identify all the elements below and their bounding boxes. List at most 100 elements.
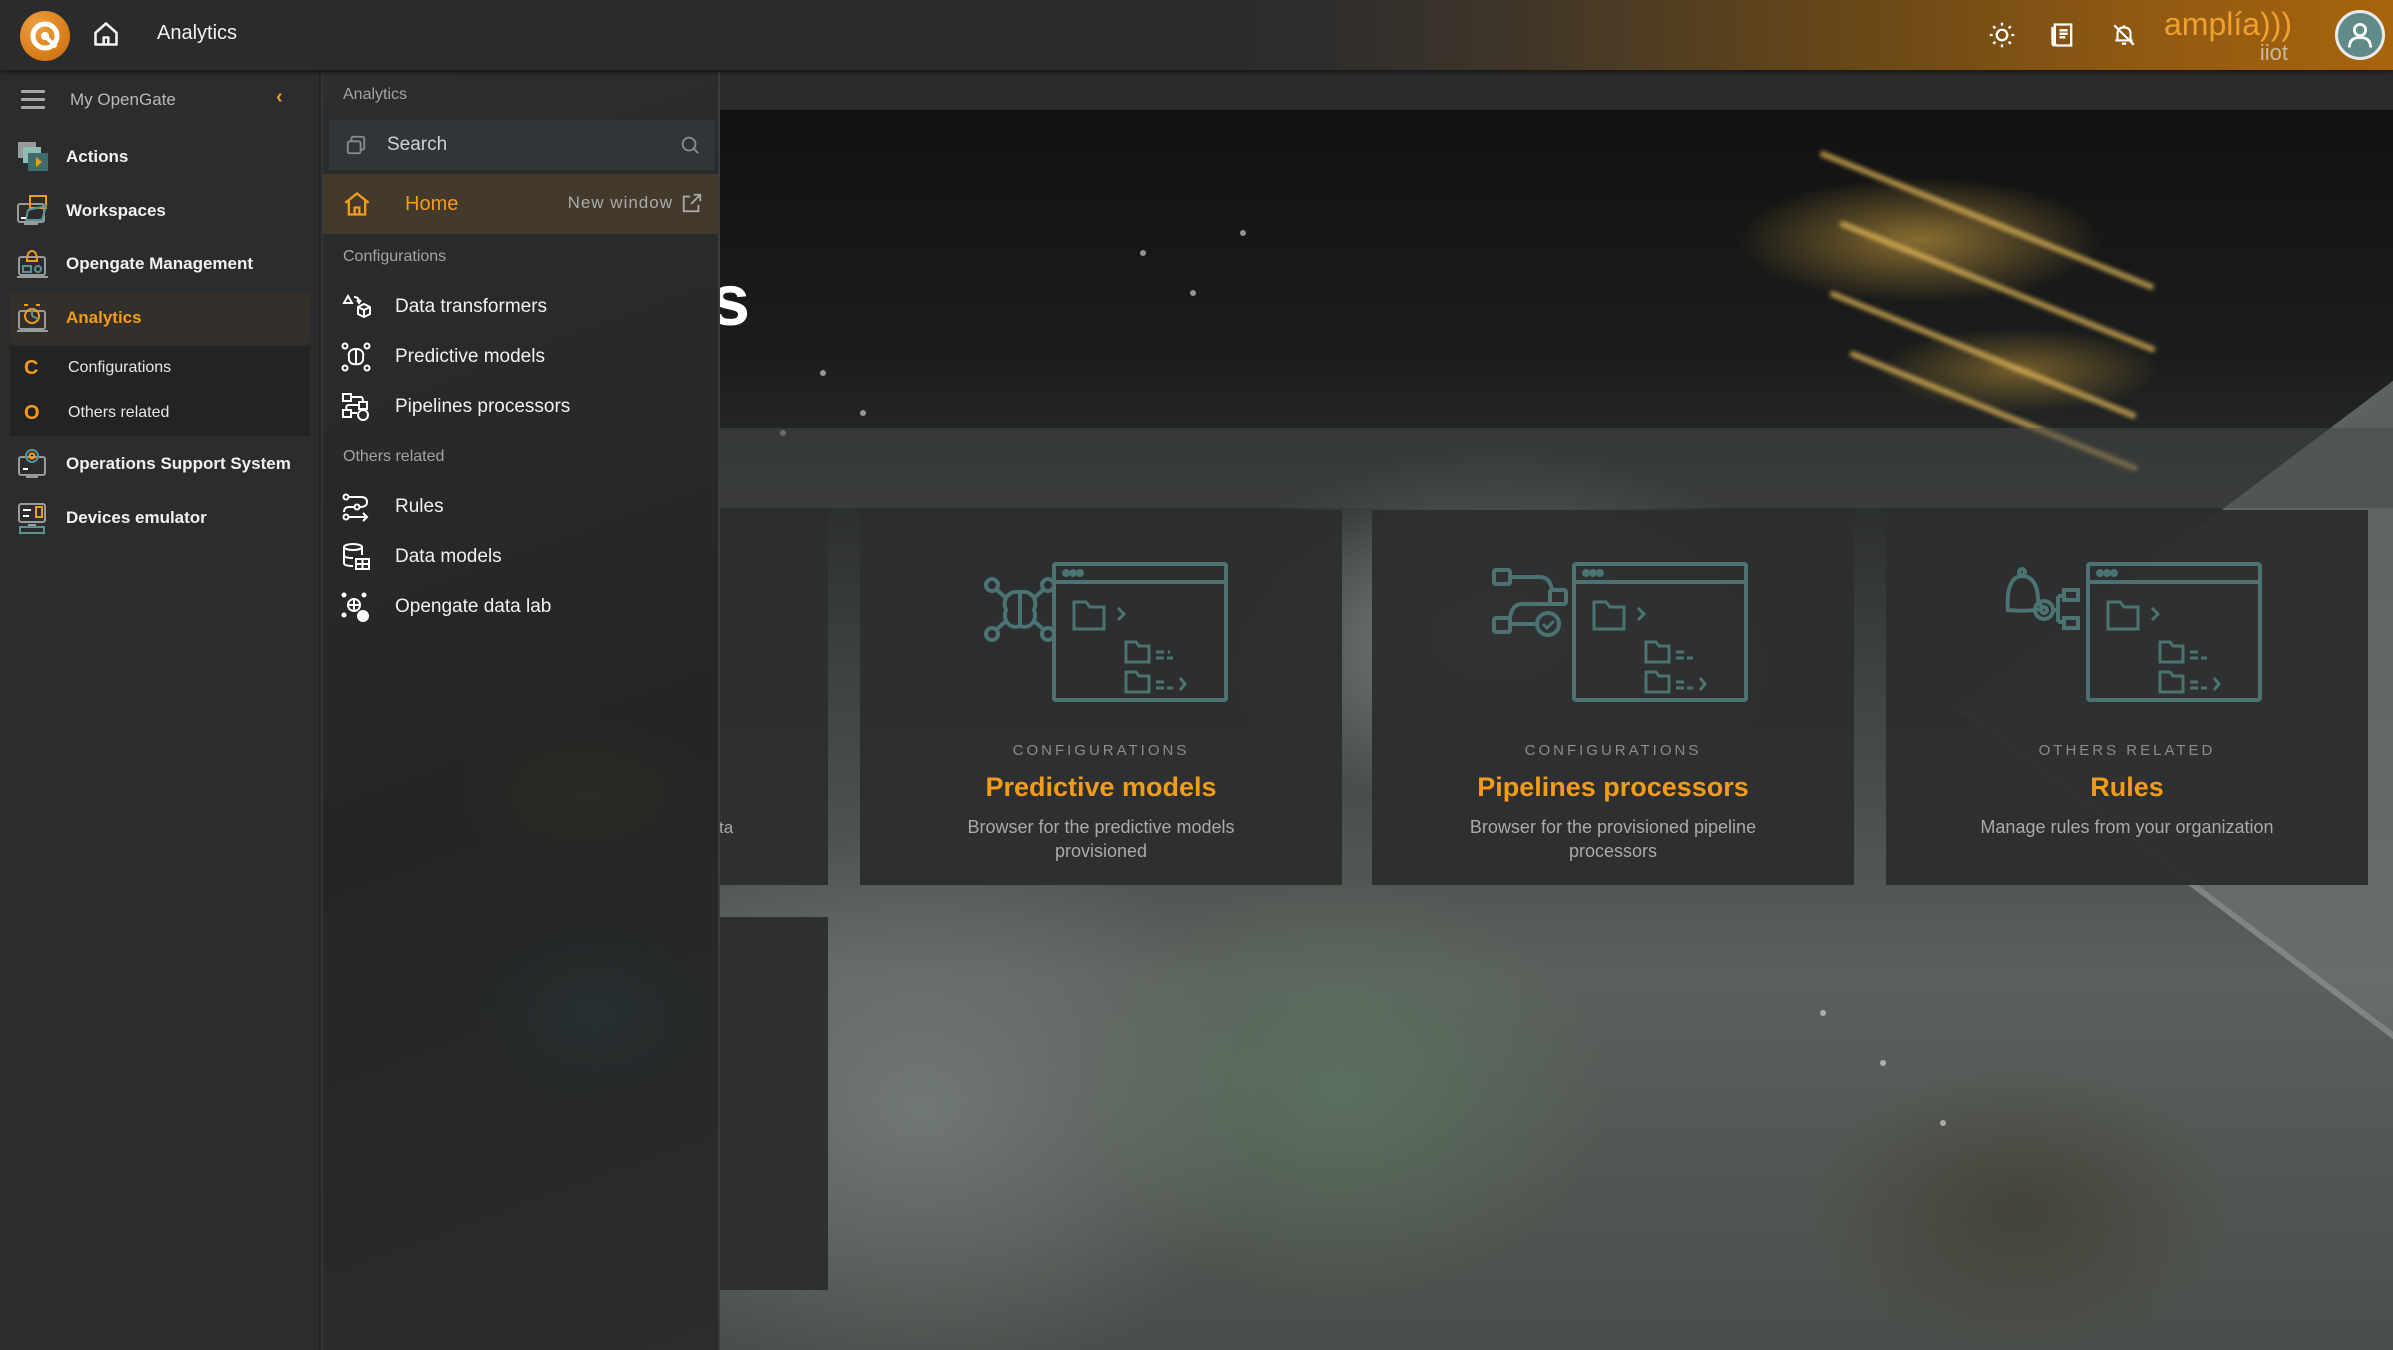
sidebar-subitem-label: Others related [68,404,170,421]
opengate-management-icon [17,249,48,278]
circuit-dot [820,370,826,376]
card-category: OTHERS RELATED [2038,742,2216,759]
flyout-search-bar [329,120,715,170]
sidebar-item-workspaces[interactable]: Workspaces [10,186,310,236]
sidebar-item-label: Actions [66,147,129,166]
collapse-sidebar-chevron-left-icon[interactable]: ‹ [276,86,292,110]
sidebar-item-analytics[interactable]: Analytics [10,293,310,343]
sidebar-subitem-label: Configurations [68,359,172,376]
circuit-dot [860,410,866,416]
card-partial[interactable] [720,510,828,885]
flyout-item-label: Data models [395,546,502,567]
circuit-dot [1820,1010,1826,1016]
top-header: Analytics amplía))) iiot [0,0,2393,70]
flyout-section-title: Analytics [343,86,408,103]
flyout-item-data-models[interactable]: Data models [323,534,719,580]
search-icon[interactable] [679,134,701,156]
sidebar-item-devices-emulator[interactable]: Devices emulator [10,493,310,543]
external-link-icon [682,193,702,213]
notifications-off-icon[interactable] [2108,19,2140,51]
light-trace [1818,150,2155,291]
card-predictive-models[interactable]: CONFIGURATIONS Predictive models Browser… [860,510,1342,885]
card-pipelines-processors[interactable]: CONFIGURATIONS Pipelines processors Brow… [1372,510,1854,885]
amplia-iiot-logo: amplía))) iiot [2164,4,2292,66]
light-trace [1838,220,2157,354]
devices-emulator-icon [18,503,46,534]
flyout-item-label: Rules [395,496,444,517]
user-avatar-icon[interactable] [2335,10,2385,60]
opengate-data-lab-icon [341,592,369,622]
predictive-models-illustration [984,562,1228,702]
home-icon [344,192,370,216]
rules-illustration [2005,562,2262,702]
rules-icon [342,493,369,522]
flyout-item-home[interactable]: Home New window [323,174,719,234]
sidebar-item-opengate-management[interactable]: Opengate Management [10,239,310,289]
flyout-group-title: Others related [343,448,445,465]
analytics-submenu: C Configurations O Others related [10,346,310,436]
opengate-logo-glyph [30,21,60,51]
sidebar-subitem-others-related[interactable]: O Others related [10,391,310,435]
circuit-dot [1940,1120,1946,1126]
light-trace [1828,290,2138,420]
flyout-item-data-transformers[interactable]: Data transformers [323,284,719,330]
sidebar-item-label: Operations Support System [66,454,291,473]
sidebar-item-operations-support-system[interactable]: Operations Support System [10,439,310,489]
card-category: CONFIGURATIONS [1524,742,1702,759]
new-window-link[interactable]: New window [568,192,703,214]
card-category: CONFIGURATIONS [1012,742,1190,759]
configurations-letter-icon: C [24,356,39,379]
header-title: Analytics [157,22,238,44]
data-transformers-icon [342,293,371,319]
analytics-flyout-menu: Analytics Home New window Configurations… [322,72,720,1350]
sidebar-item-label: Opengate Management [66,254,254,273]
lower-panel [720,917,828,1290]
circuit-dot [1190,290,1196,296]
card-description: Browser for the provisioned pipeline pro… [1469,817,1757,861]
sidebar-title: My OpenGate [70,90,176,109]
flyout-item-predictive-models[interactable]: Predictive models [323,334,719,380]
circuit-dot [1240,230,1246,236]
flyout-item-label: Predictive models [395,346,545,367]
sidebar-item-actions[interactable]: Actions [10,132,310,182]
hero-band [720,428,2393,508]
sidebar-item-label: Analytics [66,308,142,327]
predictive-models-icon [341,342,371,372]
brand-name: amplía))) [2163,6,2292,42]
flyout-item-rules[interactable]: Rules [323,484,719,530]
card-description: Manage rules from your organization [1980,817,2274,837]
flyout-group-title: Configurations [343,248,447,265]
sidebar-header: My OpenGate ‹ [0,82,320,118]
new-window-label: New window [567,193,673,212]
card-description: Browser for the predictive models provis… [967,817,1235,861]
card-title[interactable]: Predictive models [860,772,1342,803]
documentation-icon[interactable] [2047,19,2079,51]
circuit-dot [1140,250,1146,256]
flyout-item-label: Opengate data lab [395,596,552,617]
card-partial-text: ta [719,818,734,837]
flyout-item-label: Data transformers [395,296,548,317]
data-models-icon [343,543,370,570]
actions-icon [18,142,48,171]
sidebar-subitem-configurations[interactable]: C Configurations [10,346,310,390]
pipelines-processors-icon [342,393,369,421]
sidebar-item-label: Devices emulator [66,508,207,527]
analytics-icon [17,304,48,332]
card-rules[interactable]: OTHERS RELATED Rules Manage rules from y… [1886,510,2368,885]
pipelines-processors-illustration [1492,562,1748,702]
hamburger-menu-icon[interactable] [21,90,45,110]
flyout-item-opengate-data-lab[interactable]: Opengate data lab [323,584,719,630]
stack-icon [346,135,366,155]
flyout-search-input[interactable] [387,134,667,156]
flyout-item-pipelines-processors[interactable]: Pipelines processors [323,384,719,430]
card-title[interactable]: Rules [1886,772,2368,803]
home-icon[interactable] [92,20,120,48]
sidebar-item-label: Workspaces [66,201,166,220]
card-title[interactable]: Pipelines processors [1372,772,1854,803]
operations-support-icon [18,449,46,478]
logo-icon[interactable] [20,11,70,61]
theme-sun-icon[interactable] [1986,19,2018,51]
circuit-dot [1880,1060,1886,1066]
others-related-letter-icon: O [24,401,40,424]
brand-suffix: iiot [2259,40,2288,65]
